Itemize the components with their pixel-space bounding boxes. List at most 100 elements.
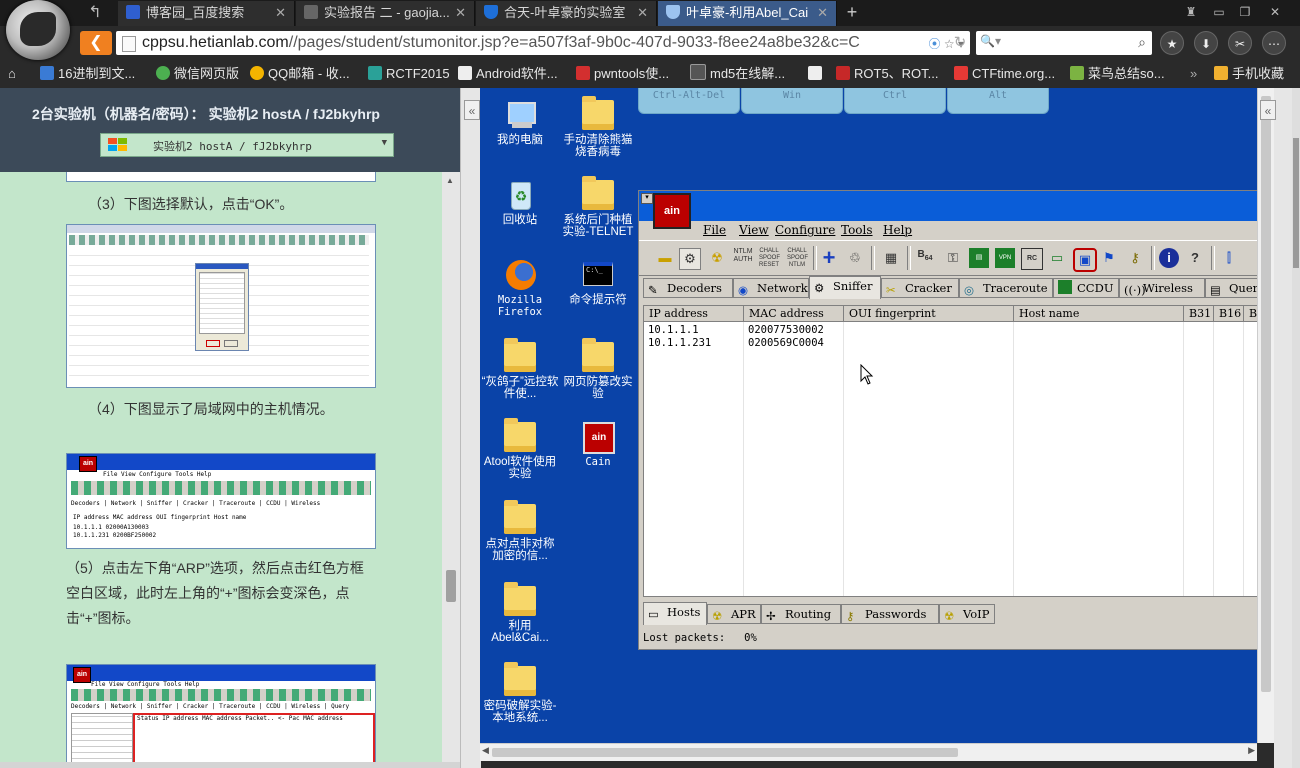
scroll-thumb[interactable] <box>492 748 958 757</box>
bookmark-item[interactable]: 菜鸟总结so... <box>1070 60 1165 88</box>
skin-icon[interactable]: ♜ <box>1180 3 1202 21</box>
close-tab-icon[interactable]: ✕ <box>275 1 286 25</box>
menu-configure[interactable]: Configure <box>775 223 835 237</box>
base64-icon[interactable]: B64 <box>915 248 935 268</box>
tab-sniffer[interactable]: ⚙ Sniffer <box>809 276 881 299</box>
collapse-right-button[interactable]: « <box>1260 100 1276 120</box>
test-tube-icon[interactable]: ⫿ <box>1219 248 1239 268</box>
chall-spoof-ntlm-icon[interactable]: CHALL SPOOF NTLM <box>787 248 808 268</box>
back-button[interactable]: ❮ <box>80 31 112 55</box>
bookmark-item[interactable]: QQ邮箱 - 收... <box>250 60 350 88</box>
tools-icon[interactable]: ✂ <box>1228 31 1252 55</box>
win-key[interactable]: Win <box>741 88 843 114</box>
rc-icon[interactable]: RC <box>1021 248 1043 270</box>
menu-file[interactable]: File <box>703 223 726 237</box>
ntlm-auth-icon[interactable]: NTLM AUTH <box>733 248 753 268</box>
bookmarks-overflow-icon[interactable]: » <box>1190 60 1197 88</box>
bookmark-item[interactable]: RCTF2015 <box>368 60 450 88</box>
maximize-window-icon[interactable]: ❐ <box>1234 3 1256 21</box>
cain-title-bar[interactable]: ▾ ain <box>639 191 1257 229</box>
scroll-up-icon[interactable]: ▲ <box>446 176 454 185</box>
browser-tab-active[interactable]: 叶卓豪-利用Abel_Cai ✕ <box>658 1 837 26</box>
scroll-thumb[interactable] <box>446 570 456 602</box>
new-tab-button[interactable]: + <box>840 2 864 24</box>
browser-tab[interactable]: 博客园_百度搜索 ✕ <box>118 1 295 26</box>
column-header[interactable]: OUI fingerprint <box>844 306 1014 322</box>
scroll-left-icon[interactable]: ◀ <box>482 745 489 756</box>
menu-view[interactable]: View <box>739 223 769 237</box>
desktop-icon-cmd[interactable]: C:\_ 命令提示符 <box>558 260 638 306</box>
network-icon[interactable]: ⚑ <box>1099 248 1119 268</box>
chevron-down-icon[interactable]: ▼ <box>382 138 387 148</box>
desktop-icon-folder[interactable]: “灰鸽子”远控软件使... <box>480 338 560 400</box>
hash-calculator-icon[interactable]: ▣ <box>1073 248 1097 272</box>
url-text[interactable]: cppsu.hetianlab.com//pages/student/stumo… <box>142 31 912 55</box>
close-tab-icon[interactable]: ✕ <box>455 1 466 25</box>
browser-tab[interactable]: 实验报告 二 - gaojia... ✕ <box>296 1 475 26</box>
minimize-window-icon[interactable]: ▭ <box>1208 3 1230 21</box>
remote-vertical-scrollbar[interactable] <box>1257 88 1275 743</box>
search-icon[interactable]: ⌕ <box>1138 34 1146 51</box>
close-window-icon[interactable]: ✕ <box>1264 3 1286 21</box>
guide-scrollbar[interactable]: ▲ <box>442 172 460 768</box>
key-icon[interactable]: ⚿ <box>943 248 963 268</box>
window-menu-icon[interactable]: ▾ <box>641 193 653 204</box>
alt-key[interactable]: Alt <box>947 88 1049 114</box>
lsa-icon[interactable]: ▤ <box>969 248 989 268</box>
tab-voip[interactable]: ☢ VoIP <box>939 604 995 624</box>
desktop-icon-folder[interactable]: 点对点非对称加密的信... <box>480 500 560 562</box>
close-tab-icon[interactable]: ✕ <box>637 1 648 25</box>
desktop-icon-folder[interactable]: Atool软件使用实验 <box>480 418 560 480</box>
wizard-icon[interactable]: ⚷ <box>1125 248 1145 268</box>
cain-window[interactable]: ▾ ain File View Configure Tools Help ▬ ⚙… <box>638 190 1257 650</box>
desktop-icon-folder[interactable]: 手动清除熊猫烧香病毒 <box>558 96 638 158</box>
url-input[interactable]: cppsu.hetianlab.com//pages/student/stumo… <box>116 31 970 55</box>
bookmark-item[interactable] <box>808 60 826 88</box>
hosts-table[interactable]: IP address MAC address OUI fingerprint H… <box>643 305 1257 597</box>
guide-horizontal-scrollbar[interactable] <box>0 762 460 768</box>
page-scrollbar[interactable] <box>1292 88 1300 768</box>
tab-wireless[interactable]: ((·))Wireless <box>1119 278 1205 298</box>
collapse-left-button[interactable]: « <box>464 100 480 120</box>
desktop-icon-my-computer[interactable]: 我的电脑 <box>480 100 560 146</box>
bookmark-item[interactable]: 16进制到文... <box>40 60 135 88</box>
add-icon[interactable]: + <box>819 247 839 269</box>
bookmark-folder[interactable]: 手机收藏 <box>1214 60 1284 88</box>
tab-routing[interactable]: ✢ Routing <box>761 604 841 624</box>
certificate-icon[interactable]: ▦ <box>881 248 901 268</box>
machine-select[interactable]: 实验机2 hostA / fJ2bkyhrp ▼ <box>100 133 394 157</box>
column-header[interactable]: IP address <box>644 306 744 322</box>
ctrl-alt-del-key[interactable]: Ctrl-Alt-Del <box>638 88 740 114</box>
bookmark-item[interactable]: CTFtime.org... <box>954 60 1055 88</box>
menu-icon[interactable]: ⋯ <box>1262 31 1286 55</box>
tab-decoders[interactable]: ✎ Decoders <box>643 278 733 298</box>
menu-tools[interactable]: Tools <box>841 223 873 237</box>
bookmark-item[interactable]: Android软件... <box>458 60 558 88</box>
tab-network[interactable]: ◉ Network <box>733 278 809 298</box>
tab-apr[interactable]: ☢ APR <box>707 604 761 624</box>
memory-icon[interactable]: ▭ <box>1047 248 1067 268</box>
start-apr-icon[interactable]: ☢ <box>707 248 727 268</box>
desktop-icon-recycle-bin[interactable]: ♻ 回收站 <box>480 180 560 226</box>
ctrl-key[interactable]: Ctrl <box>844 88 946 114</box>
search-input[interactable]: 🔍▾ ⌕ <box>976 31 1152 55</box>
tab-hosts[interactable]: ▭ Hosts <box>643 602 707 625</box>
scroll-thumb[interactable] <box>1293 138 1299 268</box>
help-icon[interactable]: ? <box>1185 248 1205 268</box>
start-sniffer-icon[interactable]: ⚙ <box>679 248 701 270</box>
tab-traceroute[interactable]: ◎ Traceroute <box>959 278 1053 298</box>
table-row[interactable]: 10.1.1.1 020077530002 <box>644 324 1257 337</box>
desktop-icon-firefox[interactable]: Mozilla Firefox <box>480 260 560 318</box>
chall-spoof-reset-icon[interactable]: CHALL SPOOF RESET <box>759 248 780 268</box>
desktop-icon-folder[interactable]: 系统后门种植实验-TELNET <box>558 176 638 238</box>
column-header[interactable]: Host name <box>1014 306 1184 322</box>
vpn-icon[interactable]: VPN <box>995 248 1015 268</box>
bookmark-item[interactable]: md5在线解... <box>690 60 785 88</box>
menu-help[interactable]: Help <box>883 223 912 237</box>
tab-cracker[interactable]: ✂ Cracker <box>881 278 959 298</box>
search-engine-icon[interactable]: 🔍▾ <box>980 34 1001 48</box>
desktop-icon-folder[interactable]: 网页防篡改实验 <box>558 338 638 400</box>
desktop-icon-folder[interactable]: 密码破解实验-本地系统... <box>480 662 560 724</box>
tab-query[interactable]: ▤ Quer <box>1205 278 1257 298</box>
column-header[interactable]: B16 <box>1214 306 1244 322</box>
